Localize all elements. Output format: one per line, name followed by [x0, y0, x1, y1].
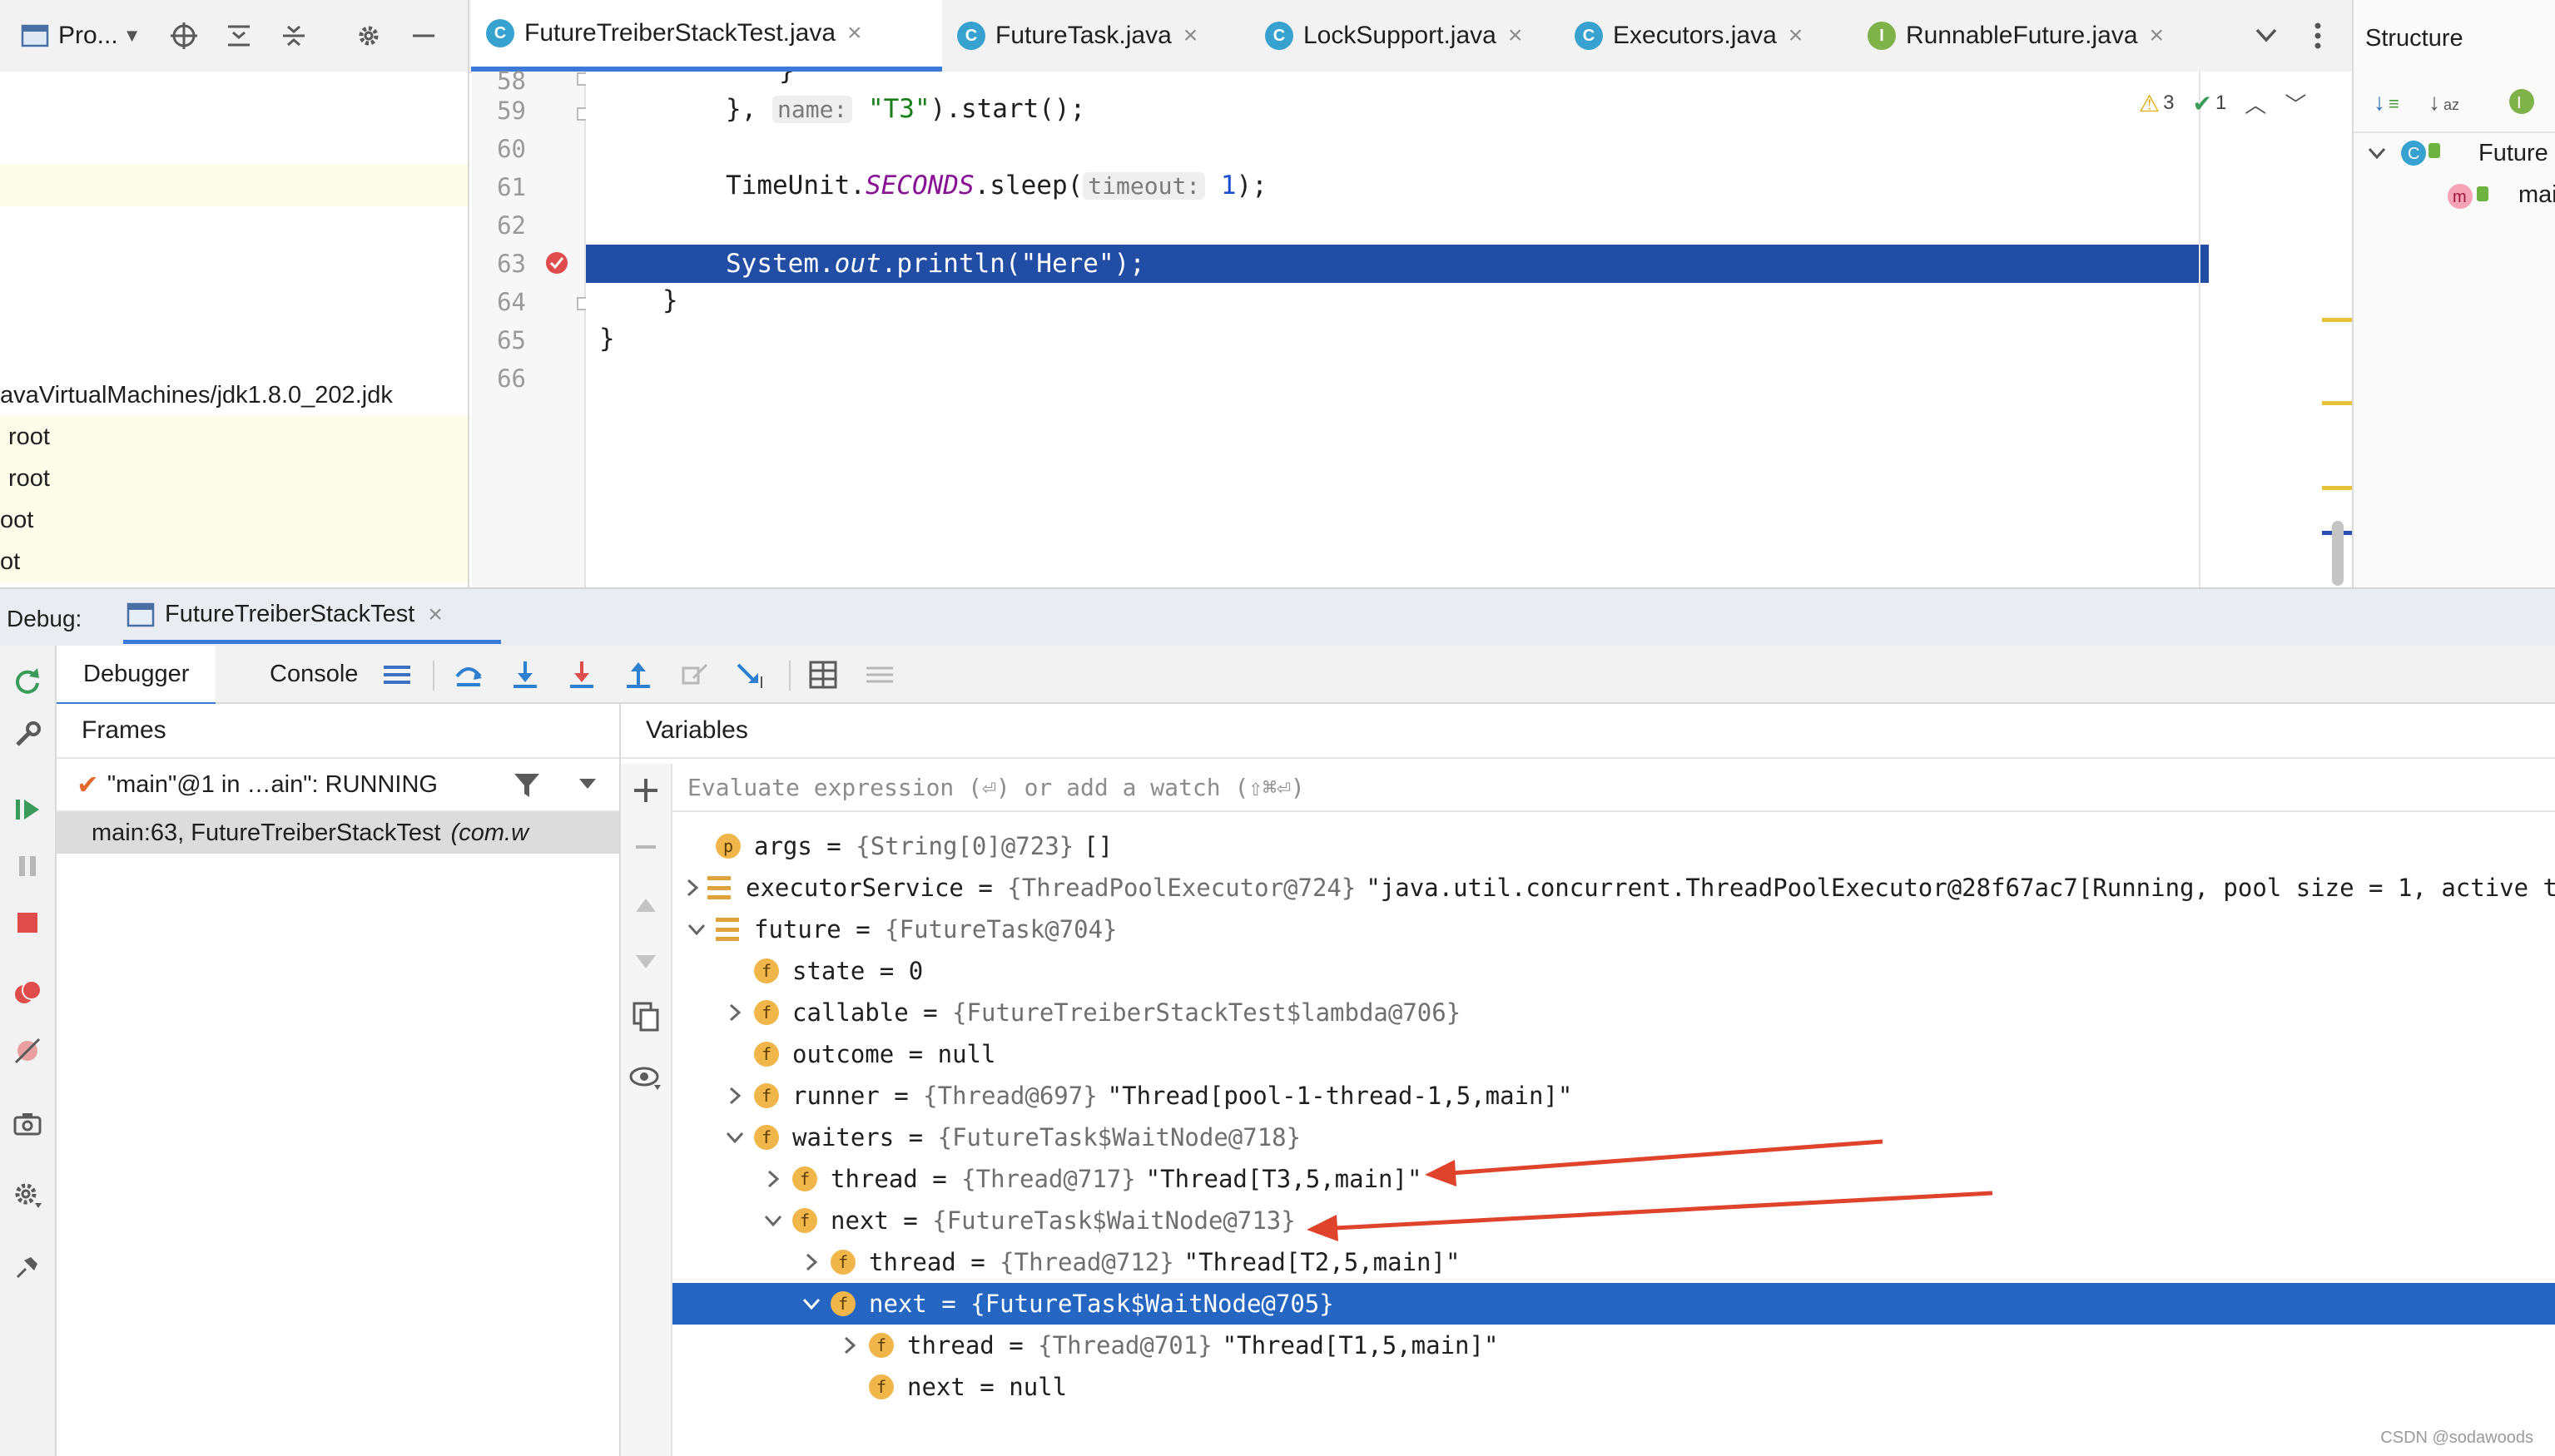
annotation-arrow-next: [1307, 1191, 1993, 1241]
watermark: CSDN @sodawoods: [2380, 1429, 2533, 1447]
annotation-arrow-thread: [1425, 1139, 1883, 1186]
annotation-arrows: [1307, 1139, 1993, 1241]
